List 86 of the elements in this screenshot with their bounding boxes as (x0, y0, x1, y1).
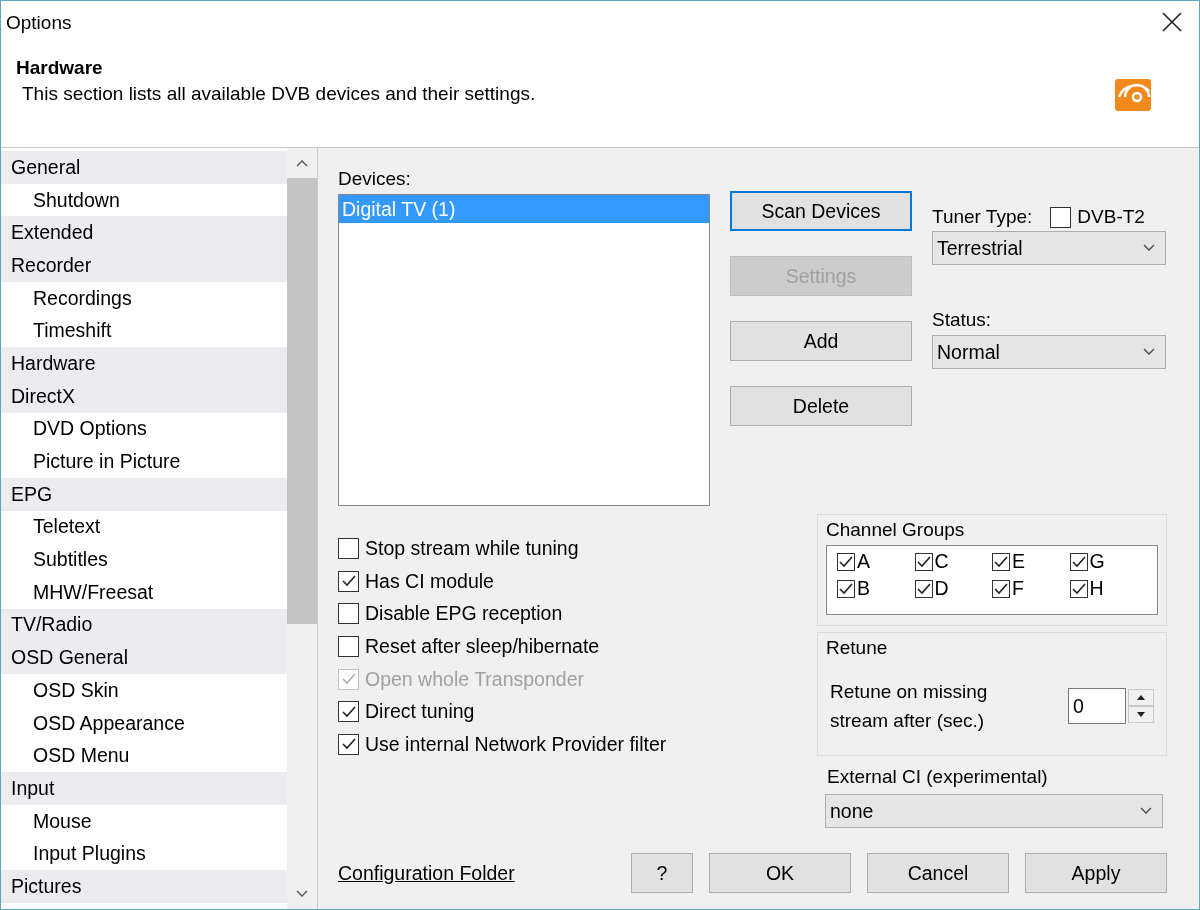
checkmark-icon (916, 582, 931, 595)
sidebar-item[interactable]: General (1, 151, 287, 184)
checkmark-icon (839, 582, 853, 595)
checkmark-icon (916, 555, 931, 568)
sidebar-item[interactable]: EPG (1, 477, 287, 511)
retune-input[interactable]: 0 (1068, 688, 1126, 724)
tuner-type-dropdown[interactable]: Terrestrial (932, 231, 1166, 265)
checkmark-icon (1071, 582, 1086, 595)
checkbox[interactable] (338, 701, 359, 723)
external-ci-dropdown[interactable]: none (825, 794, 1163, 828)
dialog-button[interactable]: OK (709, 853, 851, 893)
sidebar-item[interactable]: TV/Radio (1, 608, 287, 642)
up-arrow-icon (1137, 695, 1145, 700)
status-dropdown[interactable]: Normal (932, 335, 1166, 369)
option-label: Stop stream while tuning (365, 536, 579, 560)
checkbox[interactable] (1069, 579, 1088, 598)
device-button[interactable]: Delete (730, 386, 912, 426)
checkbox[interactable] (837, 552, 855, 571)
group-label: G (1089, 550, 1105, 573)
group-label: A (857, 550, 870, 573)
devices-label: Devices: (338, 168, 412, 190)
group-label: F (1012, 577, 1024, 600)
checkbox[interactable] (914, 579, 933, 598)
sidebar-item[interactable]: Hardware (1, 347, 287, 380)
sidebar-item[interactable]: Pictures (1, 870, 287, 903)
checkbox[interactable] (992, 552, 1010, 571)
checkmark-icon (839, 555, 853, 568)
checkbox[interactable] (992, 579, 1010, 598)
checkbox[interactable] (338, 537, 359, 559)
spin-down-button[interactable] (1128, 706, 1154, 723)
checkmark-icon (341, 575, 356, 588)
chevron-down-icon (1140, 807, 1152, 815)
group-label: E (1012, 550, 1025, 573)
checkbox[interactable] (338, 635, 359, 657)
checkbox-label: DVB-T2 (1077, 206, 1145, 228)
configuration-folder-link[interactable]: Configuration Folder (338, 861, 515, 885)
option-label: Open whole Transponder (365, 667, 584, 691)
checkmark-icon (994, 582, 1008, 595)
scrollbar-thumb[interactable] (287, 178, 317, 624)
sidebar-item[interactable]: Input (1, 772, 287, 805)
group-label: D (934, 577, 949, 600)
option-label: Reset after sleep/hibernate (365, 634, 600, 658)
window-title: Options (6, 12, 72, 34)
checkbox[interactable] (914, 552, 933, 571)
option-label: Has CI module (365, 569, 494, 593)
broadcast-icon (1115, 79, 1151, 111)
retune-label: Retune on missing stream after (sec.) (830, 680, 989, 733)
down-arrow-icon (1137, 712, 1145, 717)
external-ci-label: External CI (experimental) (826, 766, 1049, 788)
checkmark-icon (341, 738, 356, 751)
spin-up-button[interactable] (1128, 689, 1154, 706)
chevron-down-icon (1143, 244, 1155, 252)
group-label: C (934, 550, 949, 573)
group-title: Retune (826, 637, 889, 659)
sidebar-item[interactable]: OSD General (1, 641, 287, 674)
scroll-up-icon[interactable] (296, 159, 308, 167)
group-title: Channel Groups (826, 519, 966, 541)
checkmark-icon (994, 555, 1008, 568)
chevron-down-icon (1143, 348, 1155, 356)
sidebar-item[interactable]: DirectX (1, 379, 287, 413)
checkbox[interactable] (338, 570, 359, 592)
checkmark-icon (341, 673, 356, 686)
dialog-button[interactable]: Cancel (867, 853, 1009, 893)
checkmark-icon (1071, 555, 1086, 568)
option-label: Direct tuning (365, 700, 475, 724)
option-label: Use internal Network Provider filter (365, 732, 667, 756)
checkbox[interactable] (1050, 206, 1072, 228)
device-button[interactable]: Add (730, 321, 912, 361)
checkmark-icon (341, 705, 356, 718)
checkbox[interactable] (1069, 552, 1088, 571)
scroll-down-icon[interactable] (296, 890, 308, 898)
checkbox[interactable] (338, 733, 359, 755)
sidebar-item[interactable]: Recorder (1, 249, 287, 282)
checkbox[interactable] (338, 603, 359, 625)
section-title: Hardware (16, 57, 104, 79)
status-label: Status: (932, 309, 993, 331)
sidebar-item[interactable]: Extended (1, 216, 287, 250)
checkbox[interactable] (837, 579, 855, 598)
group-label: H (1089, 577, 1104, 600)
dialog-button[interactable]: ? (631, 853, 693, 893)
section-description: This section lists all available DVB devices and their settings. (21, 83, 536, 105)
device-button[interactable]: Scan Devices (730, 191, 912, 231)
group-label: B (857, 577, 870, 600)
dialog-button[interactable]: Apply (1025, 853, 1167, 893)
option-label: Disable EPG reception (365, 602, 563, 626)
tuner-type-label: Tuner Type: (932, 206, 1033, 228)
